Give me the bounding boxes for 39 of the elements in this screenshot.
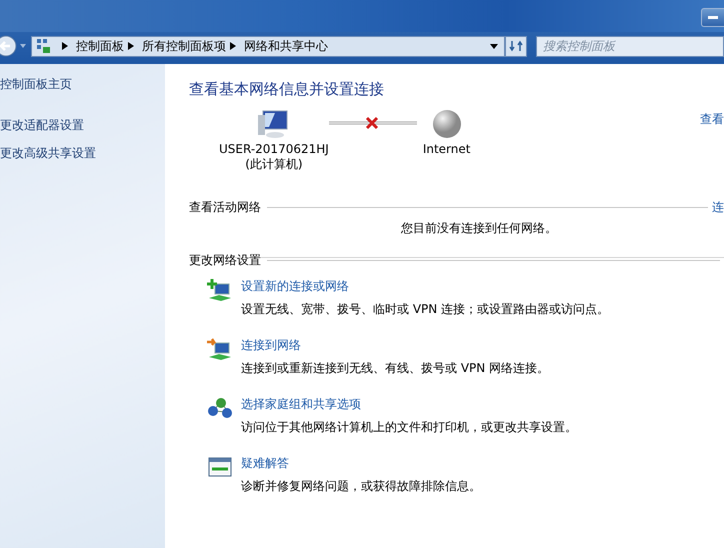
task-link[interactable]: 选择家庭组和共享选项 (241, 396, 577, 413)
view-link[interactable]: 查看 (700, 111, 724, 128)
computer-note: (此计算机) (245, 157, 303, 172)
task-link[interactable]: 疑难解答 (241, 455, 481, 472)
network-add-icon (207, 278, 233, 302)
task-description: 连接到或重新连接到无线、有线、拨号或 VPN 网络连接。 (241, 360, 550, 377)
connect-link[interactable]: 连 (712, 199, 724, 216)
internet-label: Internet (422, 142, 470, 157)
globe-icon (432, 109, 462, 139)
breadcrumb-arrow-icon (128, 42, 134, 50)
search-field[interactable]: 搜索控制面板 (536, 36, 724, 56)
sidebar-link[interactable]: 更改高级共享设置 (0, 145, 165, 162)
breadcrumb-arrow-icon (230, 42, 236, 50)
task-link[interactable]: 连接到网络 (241, 337, 550, 354)
refresh-arrows-icon (509, 39, 523, 53)
sidebar-link[interactable]: 控制面板主页 (0, 76, 165, 93)
minimize-button[interactable] (701, 8, 724, 27)
refresh-button[interactable] (505, 36, 527, 56)
page-title: 查看基本网络信息并设置连接 (189, 80, 385, 99)
task-description: 诊断并修复网络问题，或获得故障排除信息。 (241, 478, 481, 495)
task-link[interactable]: 设置新的连接或网络 (241, 278, 610, 295)
dropdown-arrow-icon[interactable] (490, 44, 498, 48)
network-nodes-icon (207, 396, 233, 420)
task-description: 设置无线、宽带、拨号、临时或 VPN 连接；或设置路由器或访问点。 (241, 301, 610, 318)
breadcrumb-item[interactable]: 控制面板 (76, 38, 124, 54)
status-message: 您目前没有连接到任何网络。 (401, 220, 558, 237)
sidebar-link[interactable]: 更改适配器设置 (0, 117, 165, 134)
control-panel-icon (36, 38, 52, 54)
breadcrumb-arrow-icon (62, 42, 68, 50)
computer-name: USER-20170621HJ (219, 142, 329, 157)
section-heading: 更改网络设置 (189, 252, 261, 269)
section-heading: 查看活动网络 (189, 199, 261, 216)
network-connect-icon (207, 337, 233, 361)
breadcrumb-item[interactable]: 网络和共享中心 (244, 38, 328, 54)
breadcrumb-item[interactable]: 所有控制面板项 (142, 38, 226, 54)
address-bar[interactable]: 控制面板 所有控制面板项 网络和共享中心 (31, 36, 505, 56)
task-description: 访问位于其他网络计算机上的文件和打印机，或更改共享设置。 (241, 419, 577, 436)
troubleshoot-window-icon (207, 455, 233, 479)
back-button[interactable] (0, 35, 17, 57)
